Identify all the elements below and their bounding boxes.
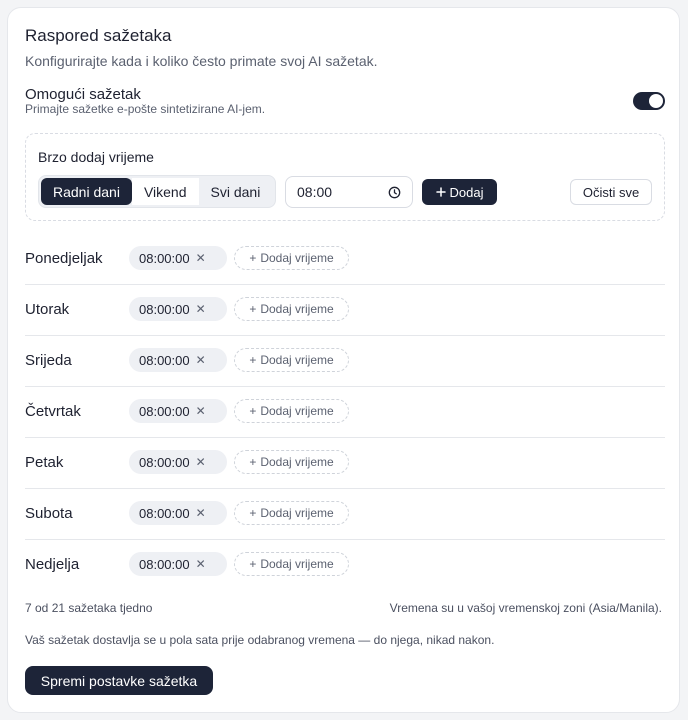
day-name: Subota bbox=[25, 505, 73, 522]
digest-settings-card: Raspored sažetaka Konfigurirajte kada i … bbox=[7, 7, 680, 713]
toggle-knob bbox=[649, 94, 663, 108]
remove-time-icon[interactable]: ✕ bbox=[196, 456, 206, 468]
timezone-note: Vremena su u vašoj vremenskoj zoni (Asia… bbox=[389, 601, 662, 615]
add-day-time-label: Dodaj vrijeme bbox=[260, 506, 334, 520]
add-day-time-button[interactable]: + Dodaj vrijeme bbox=[234, 348, 349, 372]
day-name: Srijeda bbox=[25, 352, 72, 369]
add-day-time-label: Dodaj vrijeme bbox=[260, 557, 334, 571]
add-day-time-button[interactable]: + Dodaj vrijeme bbox=[234, 552, 349, 576]
day-row: Subota 08:00:00 ✕ + Dodaj vrijeme bbox=[25, 489, 665, 540]
time-chip: 08:00:00 ✕ bbox=[129, 297, 227, 321]
enable-digest-description: Primajte sažetke e-pošte sintetizirane A… bbox=[25, 102, 266, 116]
time-chip-value: 08:00:00 bbox=[139, 505, 190, 521]
remove-time-icon[interactable]: ✕ bbox=[196, 303, 206, 315]
time-chip: 08:00:00 ✕ bbox=[129, 552, 227, 576]
plus-icon: + bbox=[249, 506, 257, 520]
remove-time-icon[interactable]: ✕ bbox=[196, 558, 206, 570]
clock-icon[interactable] bbox=[388, 186, 401, 199]
time-chip-value: 08:00:00 bbox=[139, 454, 190, 470]
remove-time-icon[interactable]: ✕ bbox=[196, 252, 206, 264]
remove-time-icon[interactable]: ✕ bbox=[196, 405, 206, 417]
delivery-note: Vaš sažetak dostavlja se u pola sata pri… bbox=[25, 633, 495, 647]
quick-add-title: Brzo dodaj vrijeme bbox=[38, 149, 154, 165]
day-row: Četvrtak 08:00:00 ✕ + Dodaj vrijeme bbox=[25, 387, 665, 438]
day-name: Ponedjeljak bbox=[25, 250, 103, 267]
add-day-time-button[interactable]: + Dodaj vrijeme bbox=[234, 297, 349, 321]
quick-add-panel: Brzo dodaj vrijeme Radni dani Vikend Svi… bbox=[25, 133, 665, 221]
day-row: Nedjelja 08:00:00 ✕ + Dodaj vrijeme bbox=[25, 540, 665, 591]
time-chip-value: 08:00:00 bbox=[139, 301, 190, 317]
plus-icon: + bbox=[249, 557, 257, 571]
page-title: Raspored sažetaka bbox=[25, 26, 172, 45]
time-chip-value: 08:00:00 bbox=[139, 352, 190, 368]
time-chip-value: 08:00:00 bbox=[139, 556, 190, 572]
page-subtitle: Konfigurirajte kada i koliko često prima… bbox=[25, 53, 378, 69]
add-time-button-label: Dodaj bbox=[449, 184, 484, 200]
segment-weekend[interactable]: Vikend bbox=[131, 178, 199, 205]
add-day-time-button[interactable]: + Dodaj vrijeme bbox=[234, 246, 349, 270]
time-chip: 08:00:00 ✕ bbox=[129, 450, 227, 474]
day-name: Utorak bbox=[25, 301, 70, 318]
day-name: Četvrtak bbox=[25, 403, 81, 420]
add-day-time-label: Dodaj vrijeme bbox=[260, 302, 334, 316]
time-chip: 08:00:00 ✕ bbox=[129, 246, 227, 270]
time-chip-value: 08:00:00 bbox=[139, 403, 190, 419]
plus-icon: + bbox=[249, 455, 257, 469]
add-day-time-label: Dodaj vrijeme bbox=[260, 455, 334, 469]
remove-time-icon[interactable]: ✕ bbox=[196, 354, 206, 366]
remove-time-icon[interactable]: ✕ bbox=[196, 507, 206, 519]
day-row: Srijeda 08:00:00 ✕ + Dodaj vrijeme bbox=[25, 336, 665, 387]
save-digest-settings-button[interactable]: Spremi postavke sažetka bbox=[25, 666, 213, 695]
time-input[interactable]: 08:00 bbox=[285, 176, 413, 208]
add-day-time-button[interactable]: + Dodaj vrijeme bbox=[234, 501, 349, 525]
digest-count: 7 od 21 sažetaka tjedno bbox=[25, 601, 153, 615]
clear-all-button[interactable]: Očisti sve bbox=[570, 179, 652, 205]
add-day-time-label: Dodaj vrijeme bbox=[260, 353, 334, 367]
time-chip: 08:00:00 ✕ bbox=[129, 501, 227, 525]
segment-all-days[interactable]: Svi dani bbox=[199, 178, 273, 205]
plus-icon: + bbox=[249, 353, 257, 367]
day-row: Ponedjeljak 08:00:00 ✕ + Dodaj vrijeme bbox=[25, 234, 665, 285]
day-group-segmented-control: Radni dani Vikend Svi dani bbox=[38, 175, 276, 208]
add-day-time-button[interactable]: + Dodaj vrijeme bbox=[234, 399, 349, 423]
enable-digest-label: Omogući sažetak bbox=[25, 86, 141, 103]
time-input-value: 08:00 bbox=[297, 184, 333, 200]
time-chip: 08:00:00 ✕ bbox=[129, 399, 227, 423]
plus-icon: + bbox=[249, 404, 257, 418]
segment-weekdays[interactable]: Radni dani bbox=[41, 178, 132, 205]
day-row: Petak 08:00:00 ✕ + Dodaj vrijeme bbox=[25, 438, 665, 489]
day-row: Utorak 08:00:00 ✕ + Dodaj vrijeme bbox=[25, 285, 665, 336]
plus-icon: + bbox=[249, 251, 257, 265]
add-day-time-label: Dodaj vrijeme bbox=[260, 251, 334, 265]
add-day-time-label: Dodaj vrijeme bbox=[260, 404, 334, 418]
day-name: Nedjelja bbox=[25, 556, 80, 573]
add-time-button[interactable]: Dodaj bbox=[422, 179, 497, 205]
enable-digest-toggle[interactable] bbox=[633, 92, 665, 110]
day-name: Petak bbox=[25, 454, 64, 471]
time-chip: 08:00:00 ✕ bbox=[129, 348, 227, 372]
add-day-time-button[interactable]: + Dodaj vrijeme bbox=[234, 450, 349, 474]
time-chip-value: 08:00:00 bbox=[139, 250, 190, 266]
plus-icon: + bbox=[249, 302, 257, 316]
plus-icon bbox=[435, 185, 446, 200]
